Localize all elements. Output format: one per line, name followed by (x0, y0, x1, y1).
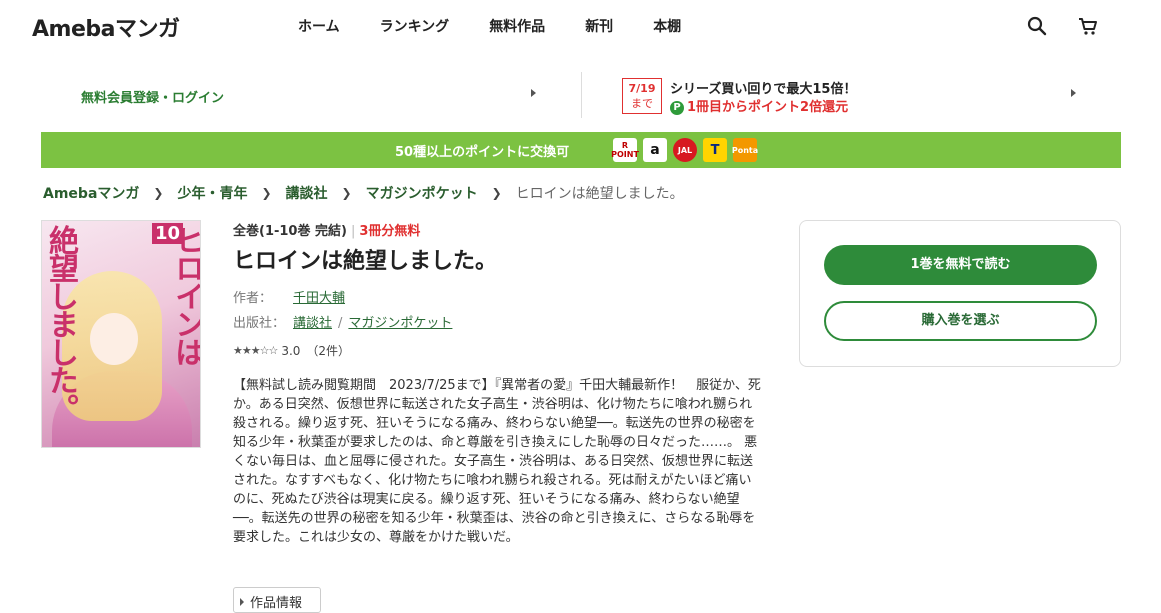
action-panel: 1巻を無料で読む 購入巻を選ぶ (799, 220, 1121, 367)
slash-divider: / (338, 316, 343, 331)
imprint-link[interactable]: マガジンポケット (348, 316, 452, 331)
chevron-right-icon: ❯ (491, 186, 502, 200)
nav-bookshelf[interactable]: 本棚 (653, 16, 681, 36)
breadcrumb-imprint[interactable]: マガジンポケット (366, 183, 478, 203)
chevron-right-icon: ❯ (261, 186, 272, 200)
publisher-link[interactable]: 講談社 (293, 316, 332, 331)
breadcrumb: Amebaマンガ ❯ 少年・青年 ❯ 講談社 ❯ マガジンポケット ❯ ヒロイン… (43, 183, 684, 203)
cover-volume-number: 10 (152, 223, 184, 244)
chevron-right-icon: ❯ (341, 186, 352, 200)
site-header: Amebaマンガ ホーム ランキング 無料作品 新刊 本棚 (0, 0, 1161, 52)
promo-subtitle: P 1冊目からポイント2倍還元 (670, 96, 848, 115)
nav-new[interactable]: 新刊 (585, 16, 613, 36)
breadcrumb-genre[interactable]: 少年・青年 (177, 183, 247, 203)
nav-home[interactable]: ホーム (298, 16, 340, 36)
publisher-label: 出版社： (233, 316, 286, 331)
choose-volume-button[interactable]: 購入巻を選ぶ (824, 301, 1097, 341)
caret-right-icon (240, 598, 244, 606)
divider (581, 72, 582, 118)
rating-score: 3.0 (281, 343, 301, 358)
points-banner[interactable]: 50種以上のポイントに交換可 R POINT a JAL T Ponta (41, 132, 1121, 168)
campaign-date: 7/19 (628, 82, 656, 95)
t-point-logo: T (703, 138, 727, 162)
jal-logo: JAL (673, 138, 697, 162)
breadcrumb-current: ヒロインは絶望しました。 (515, 186, 684, 202)
author-row: 作者： 千田大輔 (233, 287, 345, 306)
site-logo[interactable]: Amebaマンガ (32, 11, 180, 43)
volume-info: 全巻(1-10巻 完結) | 3冊分無料 (233, 220, 420, 239)
page-title: ヒロインは絶望しました。 (233, 249, 498, 274)
publisher-row: 出版社： 講談社 / マガジンポケット (233, 312, 452, 331)
work-info-toggle[interactable]: 作品情報 (233, 587, 321, 613)
points-banner-text: 50種以上のポイントに交換可 (395, 145, 570, 160)
rakuten-point-logo: R POINT (611, 138, 639, 162)
promo-title[interactable]: シリーズ買い回りで最大15倍！ (670, 78, 856, 97)
author-label: 作者： (233, 291, 273, 306)
campaign-date-badge: 7/19 まで (622, 78, 662, 114)
chevron-right-icon (531, 89, 536, 97)
campaign-until: まで (631, 97, 653, 110)
free-count: 3冊分無料 (359, 224, 421, 239)
login-link[interactable]: 無料会員登録・ログイン (81, 87, 224, 106)
point-partner-logos: R POINT a JAL T Ponta (611, 138, 758, 162)
chevron-right-icon (1071, 89, 1076, 97)
ponta-logo: Ponta (732, 138, 758, 162)
review-count: （2件） (306, 344, 351, 358)
work-info-label: 作品情報 (250, 596, 303, 611)
cover-image[interactable]: ヒロインは 絶望しました。 10 (41, 220, 201, 448)
chevron-right-icon: ❯ (153, 186, 164, 200)
cart-icon[interactable] (1078, 16, 1098, 36)
description: 【無料試し読み閲覧期間 2023/7/25まで】『異常者の愛』千田大輔最新作！ … (233, 378, 761, 545)
point-icon: P (670, 101, 684, 115)
search-icon[interactable] (1027, 16, 1047, 36)
volume-divider: | (350, 224, 356, 239)
cover-art-face (90, 313, 138, 365)
rating[interactable]: ★★★☆☆ 3.0 （2件） (233, 342, 350, 359)
promo-subtitle-text: 1冊目からポイント2倍還元 (687, 100, 849, 115)
info-row: 無料会員登録・ログイン 7/19 まで シリーズ買い回りで最大15倍！ P 1冊目… (41, 72, 1121, 118)
breadcrumb-home[interactable]: Amebaマンガ (43, 183, 139, 203)
star-rating-icon: ★★★☆☆ (233, 344, 278, 357)
volume-count: 全巻(1-10巻 完結) (233, 224, 347, 239)
nav-ranking[interactable]: ランキング (380, 16, 450, 36)
main-nav: ホーム ランキング 無料作品 新刊 本棚 (298, 16, 721, 36)
author-link[interactable]: 千田大輔 (293, 291, 345, 306)
breadcrumb-publisher[interactable]: 講談社 (286, 183, 328, 203)
amazon-logo: a (643, 138, 667, 162)
read-free-button[interactable]: 1巻を無料で読む (824, 245, 1097, 285)
cover-title-left: 絶望しました。 (43, 225, 78, 421)
nav-free[interactable]: 無料作品 (489, 16, 545, 36)
cover-title-right: ヒロインは (169, 225, 201, 365)
